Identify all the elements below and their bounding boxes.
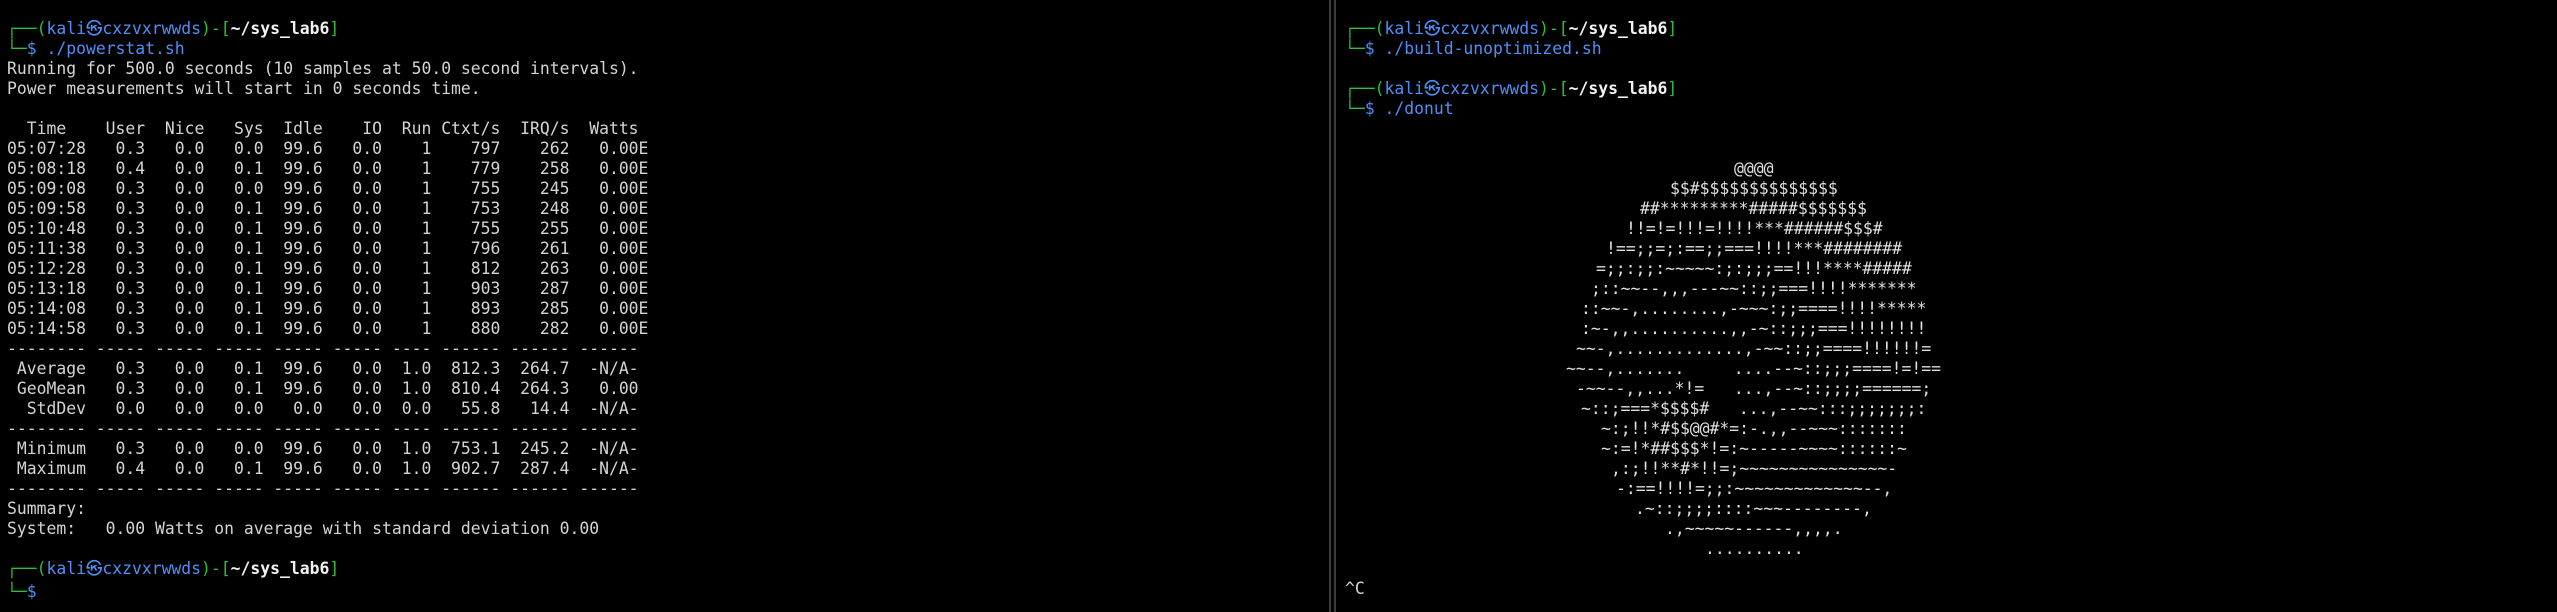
prompt-frame-close: ] bbox=[329, 559, 340, 578]
donut-art-line: ~:=!*##$$$*!=:~-----~~~~::::::~ bbox=[1601, 439, 1907, 458]
prompt-frame-lower: └─ bbox=[7, 582, 27, 601]
table-row: 05:11:38 0.3 0.0 0.1 99.6 0.0 1 796 261 … bbox=[7, 239, 649, 258]
prompt-frame-close: ] bbox=[1667, 79, 1678, 98]
donut-art-line: =;;:;;:~~~~~:;:;;;==!!!****##### bbox=[1596, 259, 1912, 278]
prompt-dollar: $ bbox=[26, 582, 37, 601]
prompt-host: cxzvxrwwds bbox=[1440, 79, 1540, 98]
stats-row-minimum: Minimum 0.3 0.0 0.0 99.6 0.0 1.0 753.1 2… bbox=[7, 439, 639, 458]
prompt-frame-lower: └─ bbox=[1345, 99, 1365, 118]
table-row: 05:12:28 0.3 0.0 0.1 99.6 0.0 1 812 263 … bbox=[7, 259, 649, 278]
prompt-frame-open: ┌──( bbox=[7, 19, 47, 38]
prompt-at-symbol: ㉿ bbox=[1423, 19, 1441, 38]
table-row: 05:09:08 0.3 0.0 0.0 99.6 0.0 1 755 245 … bbox=[7, 179, 649, 198]
table-separator: -------- ----- ----- ----- ----- ----- -… bbox=[7, 339, 639, 358]
donut-art-line: ::~~-,........,-~~~:;;====!!!!***** bbox=[1581, 299, 1927, 318]
command-line-donut: └─$ ./donut bbox=[1345, 99, 1454, 119]
donut-art-line: ~::;===*$$$$# ...,--~~:::;;;;;;;: bbox=[1581, 399, 1927, 418]
table-separator: -------- ----- ----- ----- ----- ----- -… bbox=[7, 479, 639, 498]
prompt-frame-mid: )-[ bbox=[201, 559, 231, 578]
donut-art-line: -:==!!!!=;;:~~~~~~~~~~~~~--, bbox=[1616, 479, 1893, 498]
prompt-path: ~/sys_lab6 bbox=[1568, 19, 1668, 38]
table-row: 05:07:28 0.3 0.0 0.0 99.6 0.0 1 797 262 … bbox=[7, 139, 649, 158]
prompt-path: ~/sys_lab6 bbox=[230, 559, 330, 578]
summary-system: System: 0.00 Watts on average with stand… bbox=[7, 519, 600, 538]
active-input-line[interactable]: └─$ bbox=[7, 579, 47, 601]
donut-art-line: .~::;;;;::::~~~--------, bbox=[1635, 499, 1872, 518]
donut-art-line: !==;;=;:==;;===!!!!***######## bbox=[1606, 239, 1903, 258]
prompt-path: ~/sys_lab6 bbox=[1568, 79, 1668, 98]
prompt-frame-open: ┌──( bbox=[1345, 19, 1385, 38]
donut-art-line: !!=!=!!!=!!!!***######$$$# bbox=[1626, 219, 1883, 238]
table-row: 05:13:18 0.3 0.0 0.1 99.6 0.0 1 903 287 … bbox=[7, 279, 649, 298]
stats-row-maximum: Maximum 0.4 0.0 0.1 99.6 0.0 1.0 902.7 2… bbox=[7, 459, 639, 478]
donut-art-line: ~~-,.............,-~~::;;====!!!!!!= bbox=[1576, 339, 1932, 358]
prompt-dollar: $ bbox=[1364, 99, 1375, 118]
prompt-at-symbol: ㉿ bbox=[85, 19, 103, 38]
donut-art-line: $$#$$$$$$$$$$$$$$ bbox=[1670, 179, 1838, 198]
command-line-build: └─$ ./build-unoptimized.sh bbox=[1345, 39, 1602, 59]
text-cursor bbox=[37, 579, 47, 597]
summary-heading: Summary: bbox=[7, 499, 86, 518]
prompt-user: kali bbox=[46, 559, 86, 578]
prompt-frame-open: ┌──( bbox=[7, 559, 47, 578]
prompt-line-1: ┌──(kali㉿cxzvxrwwds)-[~/sys_lab6] bbox=[1345, 19, 1677, 39]
table-row: 05:14:08 0.3 0.0 0.1 99.6 0.0 1 893 285 … bbox=[7, 299, 649, 318]
table-row: 05:10:48 0.3 0.0 0.1 99.6 0.0 1 755 255 … bbox=[7, 219, 649, 238]
prompt-path: ~/sys_lab6 bbox=[230, 19, 330, 38]
prompt-frame-mid: )-[ bbox=[1539, 79, 1569, 98]
stats-row-average: Average 0.3 0.0 0.1 99.6 0.0 1.0 812.3 2… bbox=[7, 359, 639, 378]
donut-art-line: -~~--,,...*!= ...,--~::;;;;======; bbox=[1576, 379, 1932, 398]
prompt-user: kali bbox=[46, 19, 86, 38]
left-terminal-pane[interactable]: ┌──(kali㉿cxzvxrwwds)-[~/sys_lab6] └─$ ./… bbox=[0, 0, 1328, 612]
prompt-line-1: ┌──(kali㉿cxzvxrwwds)-[~/sys_lab6] bbox=[7, 19, 339, 39]
donut-art-line: @@@@ bbox=[1734, 159, 1774, 178]
prompt-user: kali bbox=[1384, 19, 1424, 38]
table-row: 05:09:58 0.3 0.0 0.1 99.6 0.0 1 753 248 … bbox=[7, 199, 649, 218]
command-text: ./powerstat.sh bbox=[36, 39, 185, 58]
prompt-host: cxzvxrwwds bbox=[1440, 19, 1540, 38]
command-text: ./build-unoptimized.sh bbox=[1374, 39, 1602, 58]
donut-art-line: .,~~~~~------,,,,. bbox=[1665, 519, 1843, 538]
donut-art-line: :~-,,..........,,-~::;;;===!!!!!!!! bbox=[1581, 319, 1927, 338]
interrupt-line: ^C bbox=[1345, 579, 1365, 598]
command-text: ./donut bbox=[1374, 99, 1454, 118]
prompt-at-symbol: ㉿ bbox=[85, 559, 103, 578]
stats-row-geomean: GeoMean 0.3 0.0 0.1 99.6 0.0 1.0 810.4 2… bbox=[7, 379, 639, 398]
prompt-host: cxzvxrwwds bbox=[102, 19, 202, 38]
prompt-line-2: ┌──(kali㉿cxzvxrwwds)-[~/sys_lab6] bbox=[1345, 79, 1677, 99]
donut-art-line: ~:;!!*#$$@@#*=:-.,,--~~~::::::: bbox=[1601, 419, 1907, 438]
right-terminal-pane[interactable]: ┌──(kali㉿cxzvxrwwds)-[~/sys_lab6] └─$ ./… bbox=[1338, 0, 2557, 612]
stats-row-stddev: StdDev 0.0 0.0 0.0 0.0 0.0 0.0 55.8 14.4… bbox=[7, 399, 639, 418]
donut-art-line: .......... bbox=[1705, 539, 1804, 558]
donut-art-line: ~~--,....... ....--~::;;;====!=!== bbox=[1566, 359, 1941, 378]
prompt-host: cxzvxrwwds bbox=[102, 559, 202, 578]
command-line-powerstat: └─$ ./powerstat.sh bbox=[7, 39, 185, 59]
prompt-frame-open: ┌──( bbox=[1345, 79, 1385, 98]
table-header: Time User Nice Sys Idle IO Run Ctxt/s IR… bbox=[7, 119, 639, 138]
donut-art-line: ;::~~--,,,---~~::;;===!!!!******* bbox=[1591, 279, 1917, 298]
prompt-dollar: $ bbox=[1364, 39, 1375, 58]
prompt-frame-close: ] bbox=[1667, 19, 1678, 38]
donut-art-line: ,:;!!**#*!!=;~~~~~~~~~~~~~~~- bbox=[1611, 459, 1898, 478]
pane-divider-left[interactable] bbox=[1329, 0, 1331, 612]
donut-art-line: ##*********#####$$$$$$$ bbox=[1640, 199, 1867, 218]
output-intro-1: Running for 500.0 seconds (10 samples at… bbox=[7, 59, 639, 78]
prompt-frame-mid: )-[ bbox=[1539, 19, 1569, 38]
table-separator: -------- ----- ----- ----- ----- ----- -… bbox=[7, 419, 639, 438]
prompt-frame-lower: └─ bbox=[7, 39, 27, 58]
table-row: 05:08:18 0.4 0.0 0.1 99.6 0.0 1 779 258 … bbox=[7, 159, 649, 178]
prompt-frame-mid: )-[ bbox=[201, 19, 231, 38]
prompt-dollar: $ bbox=[26, 39, 37, 58]
prompt-user: kali bbox=[1384, 79, 1424, 98]
table-row: 05:14:58 0.3 0.0 0.1 99.6 0.0 1 880 282 … bbox=[7, 319, 649, 338]
prompt-frame-lower: └─ bbox=[1345, 39, 1365, 58]
pane-divider-right[interactable] bbox=[1334, 0, 1336, 612]
prompt-frame-close: ] bbox=[329, 19, 340, 38]
prompt-at-symbol: ㉿ bbox=[1423, 79, 1441, 98]
output-intro-2: Power measurements will start in 0 secon… bbox=[7, 79, 481, 98]
prompt-line-final: ┌──(kali㉿cxzvxrwwds)-[~/sys_lab6] bbox=[7, 559, 339, 579]
